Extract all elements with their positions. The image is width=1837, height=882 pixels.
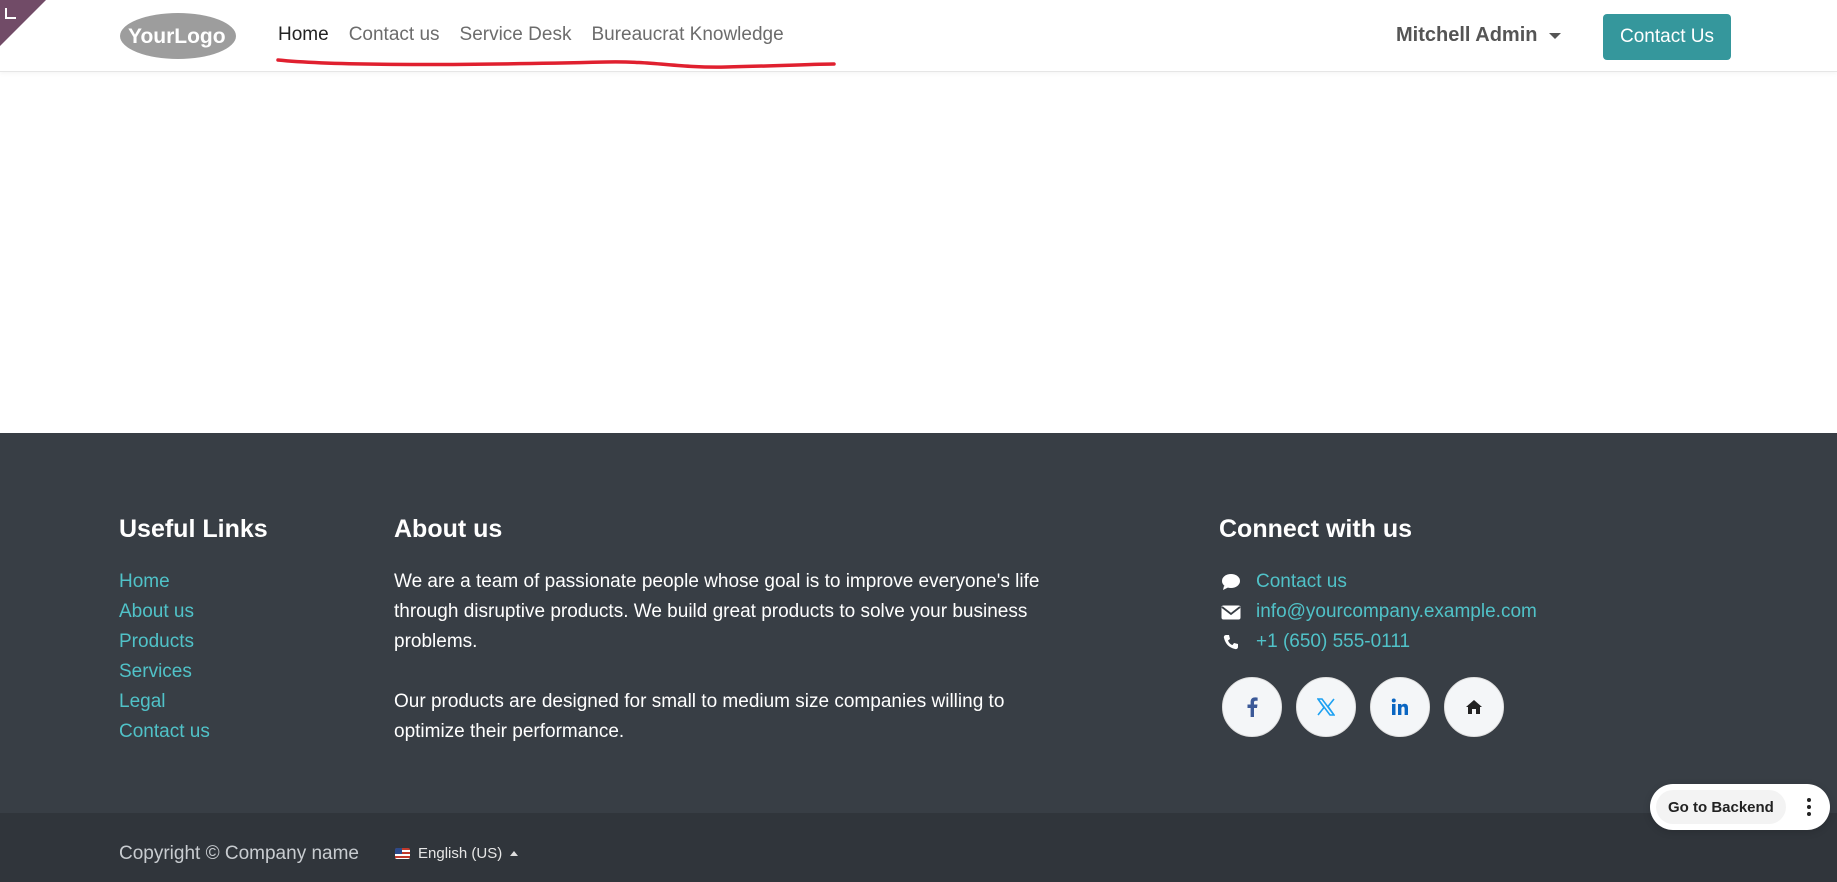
- site-header: YourLogo Home Contact us Service Desk Bu…: [0, 0, 1837, 72]
- connect-email-row[interactable]: info@yourcompany.example.com: [1220, 597, 1537, 627]
- linkedin-icon[interactable]: [1370, 677, 1430, 737]
- contact-us-button[interactable]: Contact Us: [1603, 14, 1731, 60]
- copyright-bar: Copyright © Company name English (US): [0, 813, 1837, 882]
- footer-link-contact-us[interactable]: Contact us: [119, 717, 210, 747]
- nav-contact-us[interactable]: Contact us: [349, 24, 440, 46]
- home-icon[interactable]: [1444, 677, 1504, 737]
- main-nav: Home Contact us Service Desk Bureaucrat …: [278, 24, 784, 46]
- useful-links-list: Home About us Products Services Legal Co…: [119, 567, 210, 747]
- about-us-text: We are a team of passionate people whose…: [394, 567, 1054, 747]
- your-logo[interactable]: YourLogo: [118, 11, 238, 61]
- x-twitter-icon[interactable]: [1296, 677, 1356, 737]
- corner-arrow-icon: [5, 8, 16, 19]
- connect-contact-row[interactable]: Contact us: [1220, 567, 1537, 597]
- envelope-icon: [1220, 605, 1242, 620]
- red-annotation-underline: [276, 58, 836, 69]
- nav-home[interactable]: Home: [278, 24, 329, 46]
- nav-bureaucrat-knowledge[interactable]: Bureaucrat Knowledge: [591, 24, 783, 46]
- connect-title: Connect with us: [1219, 515, 1413, 543]
- footer-link-services[interactable]: Services: [119, 657, 210, 687]
- connect-phone-row[interactable]: +1 (650) 555-0111: [1220, 627, 1537, 657]
- facebook-icon[interactable]: [1222, 677, 1282, 737]
- language-selector[interactable]: English (US): [395, 845, 519, 862]
- connect-list: Contact us info@yourcompany.example.com …: [1220, 567, 1537, 657]
- copyright-text: Copyright © Company name: [119, 843, 359, 864]
- caret-up-icon: [510, 851, 519, 856]
- footer-link-home[interactable]: Home: [119, 567, 210, 597]
- editor-corner-tab[interactable]: [0, 0, 46, 46]
- language-label: English (US): [418, 845, 503, 862]
- connect-phone-link[interactable]: +1 (650) 555-0111: [1256, 627, 1410, 657]
- about-paragraph-1: We are a team of passionate people whose…: [394, 571, 1040, 652]
- nav-service-desk[interactable]: Service Desk: [460, 24, 572, 46]
- kebab-menu-icon[interactable]: [1794, 790, 1824, 824]
- site-footer: Useful Links Home About us Products Serv…: [0, 433, 1837, 813]
- svg-text:YourLogo: YourLogo: [128, 25, 226, 48]
- go-to-backend-button[interactable]: Go to Backend: [1656, 790, 1786, 824]
- about-us-title: About us: [394, 515, 503, 543]
- user-menu[interactable]: Mitchell Admin: [1396, 24, 1562, 47]
- us-flag-icon: [395, 848, 410, 859]
- footer-link-about-us[interactable]: About us: [119, 597, 210, 627]
- phone-icon: [1220, 634, 1242, 650]
- backend-widget: Go to Backend: [1650, 784, 1830, 830]
- about-paragraph-2: Our products are designed for small to m…: [394, 691, 1005, 742]
- footer-link-legal[interactable]: Legal: [119, 687, 210, 717]
- footer-link-products[interactable]: Products: [119, 627, 210, 657]
- connect-email-link[interactable]: info@yourcompany.example.com: [1256, 597, 1537, 627]
- caret-down-icon: [1549, 32, 1562, 39]
- connect-contact-link[interactable]: Contact us: [1256, 567, 1347, 597]
- comment-icon: [1220, 573, 1242, 591]
- social-links: [1222, 677, 1504, 737]
- useful-links-title: Useful Links: [119, 515, 268, 543]
- user-name: Mitchell Admin: [1396, 24, 1538, 46]
